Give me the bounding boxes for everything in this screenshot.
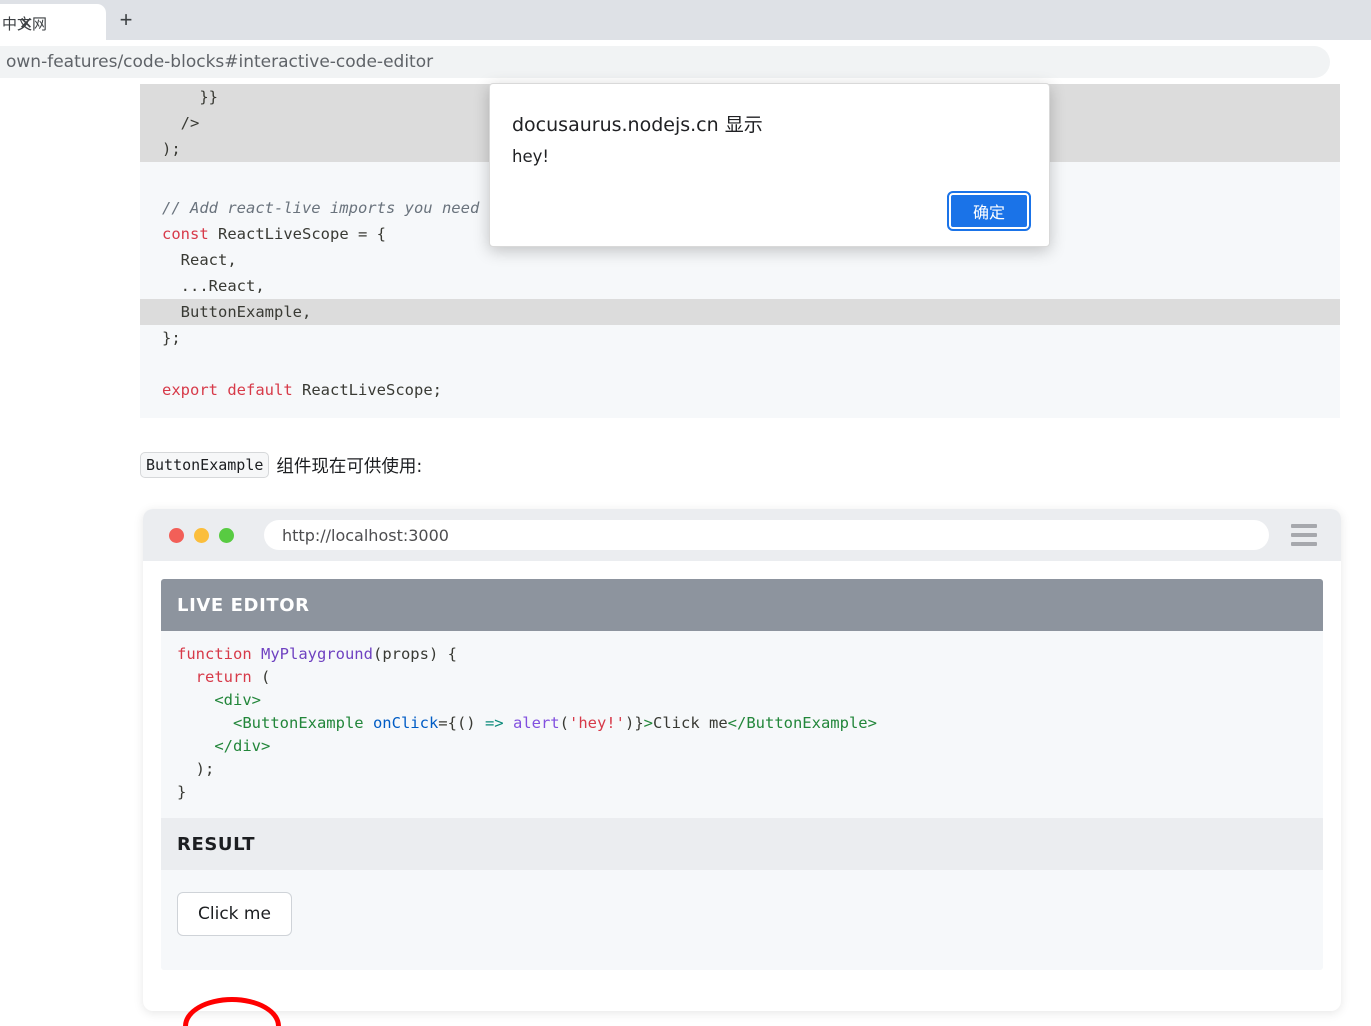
browser-tab[interactable]: 中文网 ✕: [0, 4, 106, 40]
tab-strip: 中文网 ✕ +: [0, 0, 1371, 40]
address-bar-url: own-features/code-blocks#interactive-cod…: [6, 52, 434, 72]
new-tab-icon[interactable]: +: [112, 6, 140, 34]
code-token-plain: }: [177, 783, 187, 801]
code-token-plain: (: [559, 714, 569, 732]
code-token-plain: (props) {: [372, 645, 457, 663]
code-token-div-close: </div>: [177, 737, 271, 755]
hamburger-icon[interactable]: [1291, 524, 1317, 546]
browser-toolbar: own-features/code-blocks#interactive-cod…: [0, 40, 1371, 84]
code-line-react: React,: [162, 251, 237, 269]
live-editor-code[interactable]: function MyPlayground(props) { return ( …: [161, 631, 1323, 818]
code-token-return: return: [177, 668, 252, 686]
alert-dialog-message: hey!: [512, 147, 549, 166]
close-icon[interactable]: ✕: [18, 15, 34, 32]
code-token-child-text: Click me: [653, 714, 728, 732]
code-line-spread: ...React,: [162, 277, 265, 295]
code-token-gt: >: [643, 714, 653, 732]
code-token-div-open: <div>: [177, 691, 261, 709]
code-token-plain: ReactLiveScope = {: [208, 225, 386, 243]
click-me-button[interactable]: Click me: [177, 892, 292, 936]
mockup-address-bar[interactable]: http://localhost:3000: [264, 520, 1269, 550]
code-token-plain: (: [251, 668, 271, 686]
code-line-close: };: [162, 329, 181, 347]
code-line-buttonexample: ButtonExample,: [140, 299, 1340, 325]
code-token-buttonexample-close: </ButtonExample>: [727, 714, 877, 732]
code-token-string: 'hey!': [568, 714, 625, 732]
result-header: RESULT: [161, 818, 1323, 870]
code-token-plain: )}: [624, 714, 644, 732]
address-bar[interactable]: own-features/code-blocks#interactive-cod…: [0, 46, 1330, 78]
code-token-plain: ReactLiveScope;: [292, 381, 442, 399]
code-token-plain: ={(): [438, 714, 485, 732]
browser-chrome: 中文网 ✕ + own-features/code-blocks#interac…: [0, 0, 1371, 84]
code-spacer: [140, 403, 1340, 429]
code-token-keyword: const: [162, 225, 209, 243]
code-token-buttonexample-open: <ButtonExample: [177, 714, 364, 732]
code-token-export: export: [162, 381, 218, 399]
code-token-onclick: onClick: [363, 714, 439, 732]
inline-code-buttonexample: ButtonExample: [140, 452, 270, 478]
code-token-arrow: =>: [484, 714, 504, 732]
minimize-dot-icon: [194, 527, 209, 543]
live-editor-header: LIVE EDITOR: [161, 579, 1323, 631]
javascript-alert-dialog: docusaurus.nodejs.cn 显示 hey! 确定: [489, 83, 1050, 247]
mockup-body: LIVE EDITOR function MyPlayground(props)…: [143, 561, 1341, 994]
alert-ok-button[interactable]: 确定: [947, 191, 1031, 231]
code-spacer: [140, 351, 1340, 377]
paragraph-buttonexample-available: ButtonExample 组件现在可供使用:: [140, 452, 422, 478]
maximize-dot-icon: [219, 527, 234, 543]
mockup-traffic-lights: [169, 527, 234, 543]
code-token-alert: alert: [503, 714, 560, 732]
result-preview-area: Click me: [161, 870, 1323, 970]
browser-window-mockup: http://localhost:3000 LIVE EDITOR functi…: [143, 509, 1341, 1011]
code-token-default: default: [227, 381, 293, 399]
mockup-address-bar-url: http://localhost:3000: [282, 525, 449, 545]
code-line-export: export default ReactLiveScope;: [140, 377, 1340, 403]
code-token-fnname: MyPlayground: [251, 645, 373, 663]
paragraph-text: 组件现在可供使用:: [276, 456, 423, 477]
code-token-comment: // Add react-live imports you need here: [162, 199, 526, 217]
live-playground: LIVE EDITOR function MyPlayground(props)…: [161, 579, 1323, 970]
code-token-function: function: [177, 645, 252, 663]
close-dot-icon: [169, 527, 184, 543]
mockup-title-bar: http://localhost:3000: [143, 509, 1341, 561]
alert-dialog-title: docusaurus.nodejs.cn 显示: [512, 114, 763, 136]
code-token-plain: );: [177, 760, 215, 778]
